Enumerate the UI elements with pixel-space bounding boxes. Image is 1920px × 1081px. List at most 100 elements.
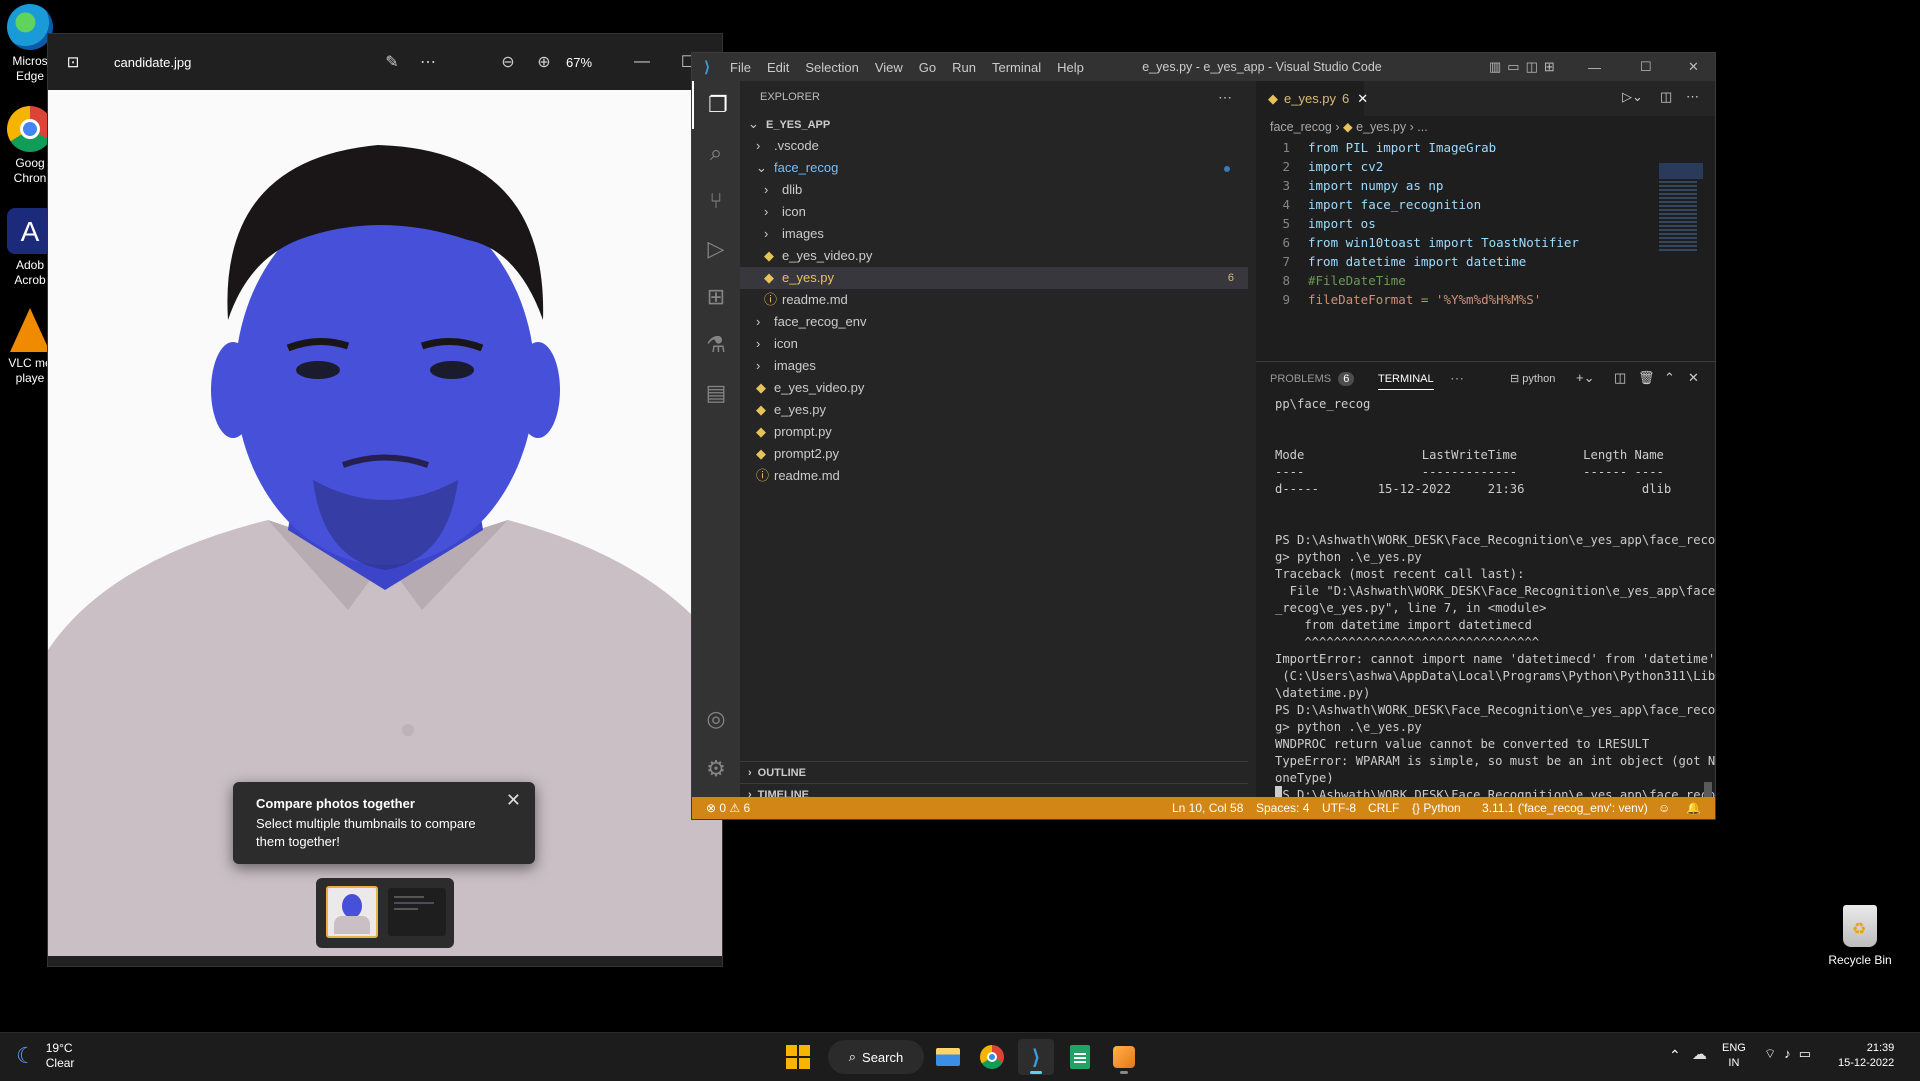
photos-taskbar-icon[interactable] (1106, 1039, 1142, 1075)
code-editor[interactable]: 1 from PIL import ImageGrab 2 import cv2 3 im… (1256, 138, 1715, 328)
minimize-button[interactable]: — (624, 53, 660, 71)
menu-edit[interactable]: Edit (759, 60, 797, 75)
tree-item[interactable]: ⌄ E_YES_APP (740, 113, 1248, 135)
terminal-line: File "D:\Ashwath\WORK_DESK\Face_Recognit… (1275, 584, 1716, 598)
close-tip-icon[interactable]: ✕ (506, 790, 521, 811)
run-debug-icon[interactable]: ▷ (692, 225, 740, 273)
clock-date: 15-12-2022 (1838, 1057, 1895, 1069)
close-button[interactable]: ✕ (1688, 59, 1699, 75)
tree-item[interactable]: ◆ e_yes_video.py (740, 245, 1248, 267)
breadcrumb-file[interactable]: e_yes.py (1356, 120, 1406, 134)
minimize-button[interactable]: — (1588, 60, 1601, 75)
moon-icon: ☾ (16, 1043, 36, 1068)
tree-item[interactable]: ◆ prompt.py (740, 421, 1248, 443)
tree-item[interactable]: ⌄ face_recog (740, 157, 1248, 179)
maximize-panel-icon[interactable]: ⌃ (1664, 370, 1675, 386)
tree-item[interactable]: › .vscode (740, 135, 1248, 157)
filmstrip-thumbnail-selected[interactable] (326, 886, 378, 938)
tree-item[interactable]: ◆ e_yes_video.py (740, 377, 1248, 399)
encoding[interactable]: UTF-8 (1322, 801, 1356, 815)
terminal-shell-selector[interactable]: ⊟ python (1510, 372, 1555, 385)
line-number: 8 (1282, 273, 1290, 288)
tree-item[interactable]: ◆ e_yes.py 6 (740, 267, 1248, 289)
extensions-icon[interactable]: ⊞ (692, 273, 740, 321)
testing-icon[interactable]: ⚗ (692, 321, 740, 369)
close-panel-icon[interactable]: ✕ (1688, 370, 1699, 386)
menu-run[interactable]: Run (944, 60, 984, 75)
tree-item[interactable]: › images (740, 223, 1248, 245)
cursor-position[interactable]: Ln 10, Col 58 (1172, 801, 1243, 815)
tab-e-yes-py[interactable]: ◆ e_yes.py 6 ✕ (1256, 81, 1368, 116)
outline-section[interactable]: › OUTLINE (740, 761, 1248, 784)
menu-help[interactable]: Help (1049, 60, 1092, 75)
explorer-icon[interactable]: ❐ (692, 81, 742, 129)
menu-selection[interactable]: Selection (797, 60, 866, 75)
menu-file[interactable]: File (722, 60, 759, 75)
tab-terminal[interactable]: TERMINAL (1378, 373, 1434, 390)
edit-image-icon[interactable]: ✎ (374, 52, 410, 72)
account-icon[interactable]: ◎ (692, 695, 740, 743)
search-icon[interactable]: ⌕ (692, 129, 740, 177)
layout-controls-icon[interactable]: ▥▭◫⊞ (1489, 59, 1561, 75)
python-interpreter[interactable]: 3.11.1 ('face_recog_env': venv) (1482, 801, 1648, 815)
file-tree: ⌄ E_YES_APP › .vscode ⌄ face_recog › dlib › icon ›… (740, 113, 1248, 487)
file-explorer-taskbar-icon[interactable] (930, 1039, 966, 1075)
menu-go[interactable]: Go (911, 60, 944, 75)
onedrive-cloud-icon[interactable]: ☁ (1692, 1045, 1707, 1063)
minimap[interactable] (1659, 163, 1703, 353)
tree-item[interactable]: ⓘ readme.md (740, 289, 1248, 311)
clock[interactable]: 21:39 15-12-2022 (1838, 1041, 1894, 1071)
split-terminal-icon[interactable]: ◫ (1614, 370, 1626, 386)
tree-item[interactable]: ◆ e_yes.py (740, 399, 1248, 421)
chrome-taskbar-icon[interactable] (974, 1039, 1010, 1075)
tree-item[interactable]: › dlib (740, 179, 1248, 201)
taskbar-search[interactable]: ⌕ Search (828, 1040, 924, 1074)
tree-item[interactable]: › face_recog_env (740, 311, 1248, 333)
start-button[interactable] (780, 1039, 816, 1075)
panel-more-icon[interactable]: ⋯ (1450, 370, 1464, 387)
menu-terminal[interactable]: Terminal (984, 60, 1049, 75)
network-volume-battery-icon[interactable]: ⌔♪▭ (1764, 1046, 1819, 1062)
kill-terminal-icon[interactable]: 🗑 (1638, 370, 1655, 386)
feedback-icon[interactable]: ☺ (1658, 801, 1670, 815)
tab-problems[interactable]: PROBLEMS 6 (1270, 372, 1355, 386)
breadcrumb-folder[interactable]: face_recog (1270, 120, 1332, 134)
sash[interactable] (1248, 81, 1256, 797)
weather-widget[interactable]: ☾ 19°C Clear (16, 1041, 74, 1071)
filmstrip-thumbnail[interactable] (388, 888, 446, 936)
maximize-button[interactable]: ☐ (1640, 59, 1652, 75)
terminal-output[interactable]: pp\face_recog Mode LastWriteTime Length N… (1256, 396, 1715, 821)
indentation[interactable]: Spaces: 4 (1256, 801, 1309, 815)
recycle-bin-desktop-icon[interactable]: ♻ Recycle Bin (1820, 905, 1900, 967)
zoom-out-icon[interactable]: ⊖ (490, 52, 526, 72)
problems-status[interactable]: ⊗ 0 ⚠ 6 (706, 801, 750, 815)
more-options-icon[interactable]: ⋯ (410, 52, 446, 72)
explorer-sidebar: EXPLORER ⋯ ⌄ E_YES_APP › .vscode ⌄ face_recog… (740, 81, 1248, 801)
notifications-bell-icon[interactable]: 🔔 (1686, 801, 1701, 815)
breadcrumb-symbol[interactable]: ... (1417, 120, 1427, 134)
tree-item[interactable]: › images (740, 355, 1248, 377)
tree-item[interactable]: ◆ prompt2.py (740, 443, 1248, 465)
language-mode[interactable]: {} Python (1412, 801, 1461, 815)
vscode-taskbar-icon[interactable]: ⟩ (1018, 1039, 1054, 1075)
split-editor-icon[interactable]: ◫ (1660, 89, 1672, 105)
line-endings[interactable]: CRLF (1368, 801, 1399, 815)
zoom-level[interactable]: 67% (566, 55, 616, 70)
run-python-icon[interactable]: ▷⌄ (1622, 89, 1643, 105)
tree-item[interactable]: ⓘ readme.md (740, 465, 1248, 487)
editor-more-icon[interactable]: ⋯ (1686, 89, 1699, 105)
language-indicator[interactable]: ENG IN (1722, 1041, 1746, 1071)
explorer-more-icon[interactable]: ⋯ (1218, 81, 1232, 113)
settings-gear-icon[interactable]: ⚙ (692, 745, 740, 793)
show-hidden-icons-chevron-icon[interactable]: ⌃ (1669, 1047, 1681, 1064)
new-terminal-icon[interactable]: +⌄ (1576, 370, 1594, 386)
close-tab-icon[interactable]: ✕ (1357, 91, 1368, 107)
tree-item[interactable]: › icon (740, 201, 1248, 223)
zoom-in-icon[interactable]: ⊕ (526, 52, 562, 72)
menu-view[interactable]: View (867, 60, 911, 75)
source-control-icon[interactable]: ⑂ (692, 177, 740, 225)
tree-item[interactable]: › icon (740, 333, 1248, 355)
terminal-scrollbar[interactable] (1704, 782, 1712, 798)
remote-explorer-icon[interactable]: ▤ (692, 369, 740, 417)
sheets-taskbar-icon[interactable] (1062, 1039, 1098, 1075)
